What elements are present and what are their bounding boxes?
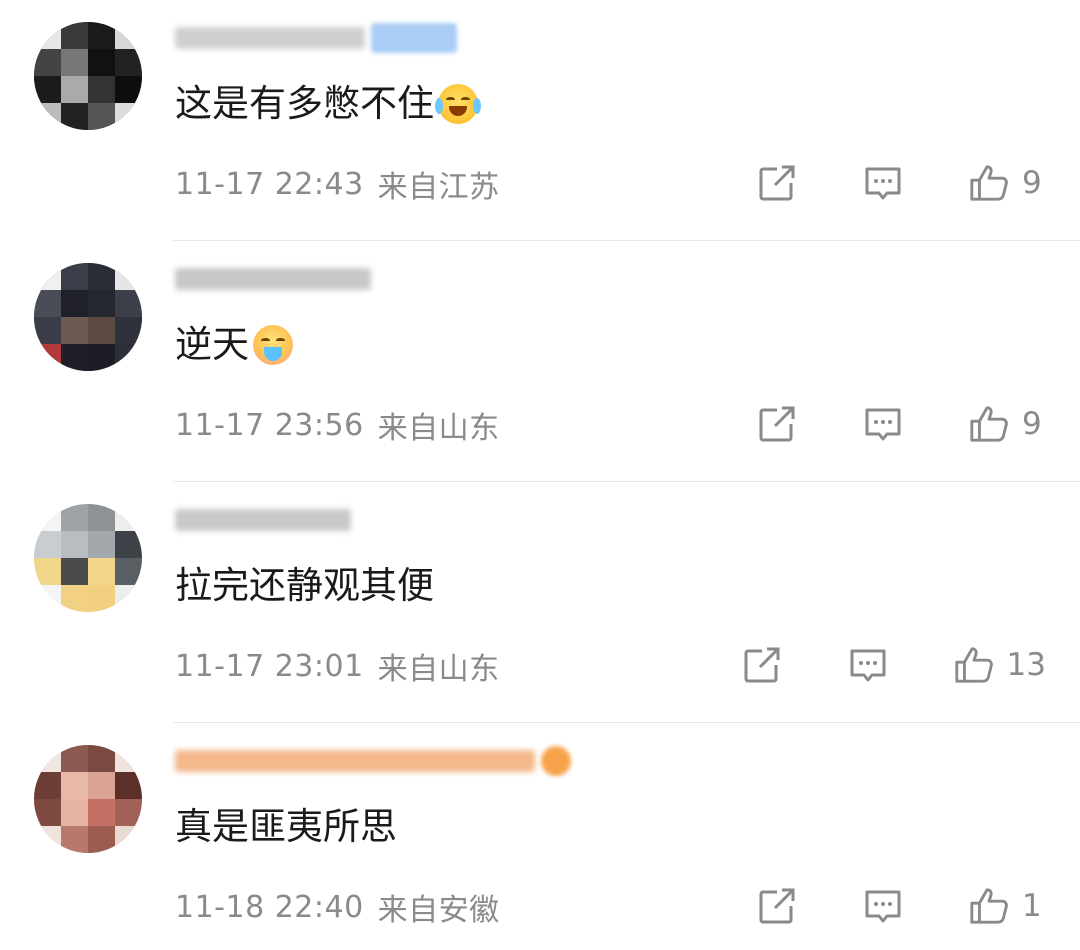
avatar[interactable] xyxy=(34,22,142,130)
comment-text: 拉完还静观其便 xyxy=(175,562,434,610)
comment-actions: 9 xyxy=(756,160,1046,206)
vomiting-emoji-icon xyxy=(253,325,293,365)
comment-icon[interactable] xyxy=(847,644,889,686)
comment-item: 真是匪夷所思 11-18 22:40 来自安徽 1 xyxy=(0,723,1080,950)
avatar[interactable] xyxy=(34,745,142,853)
blurred-name xyxy=(175,27,365,49)
like-button[interactable]: 13 xyxy=(953,644,1046,686)
comment-text-content: 拉完还静观其便 xyxy=(175,564,434,607)
like-button[interactable]: 1 xyxy=(968,885,1046,927)
like-count: 9 xyxy=(1022,165,1042,201)
verified-badge-icon xyxy=(371,23,457,53)
crying-laughing-emoji-icon xyxy=(435,84,481,124)
comment-list: 这是有多憋不住 11-17 22:43 来自江苏 9 逆天 11-17 23:5… xyxy=(0,0,1080,950)
like-button[interactable]: 9 xyxy=(968,162,1046,204)
avatar[interactable] xyxy=(34,504,142,612)
comment-text: 这是有多憋不住 xyxy=(175,80,481,128)
comment-icon[interactable] xyxy=(862,403,904,445)
comment-actions: 9 xyxy=(756,401,1046,447)
blurred-name xyxy=(175,509,351,531)
comment-meta: 11-18 22:40 来自安徽 xyxy=(175,887,500,929)
comment-text: 逆天 xyxy=(175,321,293,369)
thumbs-up-icon xyxy=(968,403,1010,445)
comment-location: 来自江苏 xyxy=(377,170,500,205)
comment-actions: 13 xyxy=(741,642,1046,688)
comment-icon[interactable] xyxy=(862,162,904,204)
share-icon[interactable] xyxy=(756,162,798,204)
comment-text-content: 真是匪夷所思 xyxy=(175,805,397,848)
comment-item: 这是有多憋不住 11-17 22:43 来自江苏 9 xyxy=(0,0,1080,241)
comment-item: 逆天 11-17 23:56 来自山东 9 xyxy=(0,241,1080,482)
comment-meta: 11-17 22:43 来自江苏 xyxy=(175,164,500,206)
blurred-name xyxy=(175,750,535,772)
thumbs-up-icon xyxy=(968,162,1010,204)
comment-icon[interactable] xyxy=(862,885,904,927)
thumbs-up-icon xyxy=(968,885,1010,927)
comment-time: 11-17 22:43 xyxy=(175,166,364,202)
comment-time: 11-18 22:40 xyxy=(175,889,364,925)
like-count: 1 xyxy=(1022,888,1042,924)
like-count: 13 xyxy=(1006,647,1046,683)
comment-actions: 1 xyxy=(756,883,1046,929)
username-blurred[interactable] xyxy=(175,263,371,295)
thumbs-up-icon xyxy=(953,644,995,686)
comment-meta: 11-17 23:56 来自山东 xyxy=(175,405,500,447)
blurred-name xyxy=(175,268,371,290)
comment-time: 11-17 23:01 xyxy=(175,648,364,684)
comment-text-content: 这是有多憋不住 xyxy=(175,82,434,125)
emoji-icon xyxy=(541,746,571,776)
comment-time: 11-17 23:56 xyxy=(175,407,364,443)
username-blurred[interactable] xyxy=(175,22,457,54)
comment-location: 来自山东 xyxy=(377,411,500,446)
comment-item: 拉完还静观其便 11-17 23:01 来自山东 13 xyxy=(0,482,1080,723)
like-button[interactable]: 9 xyxy=(968,403,1046,445)
comment-text: 真是匪夷所思 xyxy=(175,803,397,851)
avatar[interactable] xyxy=(34,263,142,371)
like-count: 9 xyxy=(1022,406,1042,442)
username-blurred[interactable] xyxy=(175,504,351,536)
share-icon[interactable] xyxy=(756,885,798,927)
comment-location: 来自山东 xyxy=(377,652,500,687)
username-blurred[interactable] xyxy=(175,745,571,777)
comment-text-content: 逆天 xyxy=(175,323,249,366)
comment-meta: 11-17 23:01 来自山东 xyxy=(175,646,500,688)
share-icon[interactable] xyxy=(756,403,798,445)
comment-location: 来自安徽 xyxy=(377,893,500,928)
share-icon[interactable] xyxy=(741,644,783,686)
